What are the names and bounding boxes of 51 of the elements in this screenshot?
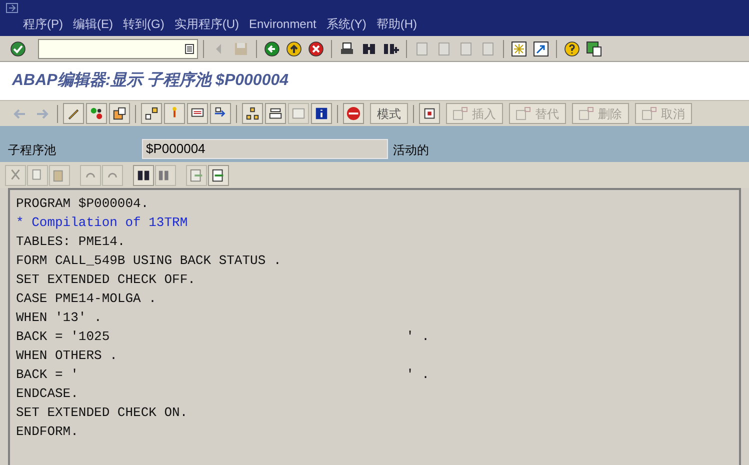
screen-icon[interactable]: [187, 103, 208, 124]
code-line: WHEN '13' .: [16, 309, 102, 327]
shortcut-icon[interactable]: [531, 38, 551, 58]
menu-item[interactable]: 转到(G): [123, 15, 164, 33]
code-line: ENDCASE.: [16, 385, 78, 403]
menu-item[interactable]: 帮助(H): [376, 15, 418, 33]
menu-item[interactable]: 系统(Y): [326, 15, 366, 33]
up-icon[interactable]: [284, 38, 304, 58]
block-icon: [642, 107, 657, 120]
check-icon[interactable]: [8, 38, 28, 58]
cancel-icon[interactable]: [306, 38, 326, 58]
marker-icon[interactable]: [164, 103, 185, 124]
code-line: SET EXTENDED CHECK ON.: [16, 404, 188, 422]
field-label: 子程序池: [8, 142, 57, 159]
toolbar-button[interactable]: 模式: [370, 103, 408, 124]
code-line: FORM CALL_549B USING BACK STATUS .: [16, 252, 282, 270]
block-icon: [453, 107, 468, 120]
menu-item[interactable]: 程序(P): [23, 15, 63, 33]
status-text: 活动的: [393, 142, 429, 159]
import-icon[interactable]: [208, 164, 229, 186]
block-icon: [516, 107, 531, 120]
back-icon[interactable]: [262, 38, 282, 58]
stop-icon[interactable]: [343, 103, 364, 124]
block-icon: [579, 107, 594, 120]
pencil-icon[interactable]: [63, 103, 84, 124]
new-session-icon[interactable]: [509, 38, 529, 58]
code-line: SET EXTENDED CHECK OFF.: [16, 271, 196, 289]
layout-icon[interactable]: [584, 38, 604, 58]
window-menu-icon[interactable]: [6, 3, 18, 13]
code-line: WHEN OTHERS .: [16, 347, 118, 365]
code-comment: * Compilation of 13TRM: [16, 214, 188, 232]
code-line: BACK = ' ' .: [16, 366, 430, 384]
navigate-icon[interactable]: [210, 103, 231, 124]
code-line: BACK = '1025 ' .: [16, 328, 430, 346]
code-line: PROGRAM $P000004.: [16, 195, 149, 213]
menu-item[interactable]: Environment: [249, 15, 316, 33]
code-line: CASE PME14-MOLGA .: [16, 290, 156, 308]
tree-icon[interactable]: [242, 103, 263, 124]
object-icon[interactable]: [109, 103, 130, 124]
stack-icon[interactable]: [265, 103, 286, 124]
screen-title: ABAP编辑器:显示 子程序池 $P000004: [12, 70, 289, 91]
command-field[interactable]: [38, 38, 198, 58]
help-icon[interactable]: [562, 38, 582, 58]
menu-item[interactable]: 编辑(E): [73, 15, 113, 33]
program-field[interactable]: $P000004: [142, 139, 388, 159]
activate-icon[interactable]: [86, 103, 107, 124]
info-icon[interactable]: [311, 103, 332, 124]
hierarchy-icon[interactable]: [141, 103, 162, 124]
menu-item[interactable]: 实用程序(U): [174, 15, 239, 33]
code-line: TABLES: PME14.: [16, 233, 126, 251]
code-line: ENDFORM.: [16, 423, 78, 441]
